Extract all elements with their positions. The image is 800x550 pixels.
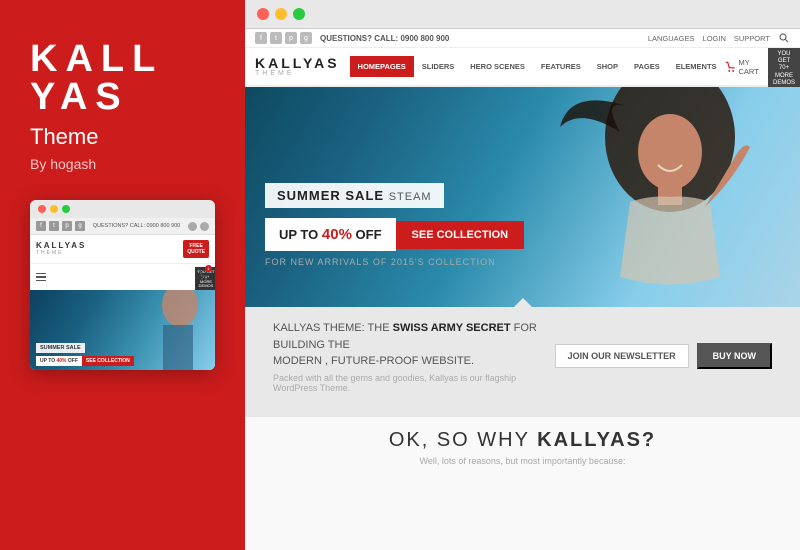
info-sub-text: Packed with all the gems and goodies, Ka… <box>273 373 555 393</box>
main-nav: KALLYAS THEME HOMEPAGES SLIDERS HERO SCE… <box>245 48 800 87</box>
info-section: KALLYAS THEME: THE SWISS ARMY SECRET FOR… <box>259 308 786 405</box>
new-arrivals-text: FOR NEW ARRIVALS OF 2015'S COLLECTION <box>265 257 524 267</box>
mini-social-icons: f t p g <box>36 221 85 231</box>
mini-hamburger-icon <box>36 273 46 282</box>
hero-content: SUMMER SALE STEAM UP TO 40% OFF SEE COLL… <box>265 183 524 267</box>
mini-right-icons <box>188 222 209 231</box>
gp-icon: g <box>300 32 312 44</box>
why-title: OK, SO WHY KALLYAS? <box>265 429 780 452</box>
search-icon[interactable] <box>778 32 790 44</box>
info-buttons: JOIN OUR NEWSLETTER BUY NOW <box>555 343 772 369</box>
mini-icon-2 <box>200 222 209 231</box>
buy-now-button[interactable]: BUY NOW <box>697 343 772 369</box>
mini-phone-text: QUESTIONS? CALL: 0900 800 900 <box>93 223 180 229</box>
why-subtitle: Well, lots of reasons, but most importan… <box>265 456 780 466</box>
support-link[interactable]: SUPPORT <box>734 34 770 43</box>
nav-item-sliders[interactable]: SLIDERS <box>414 56 463 77</box>
dot-yellow <box>275 8 287 20</box>
util-left: f t p g QUESTIONS? CALL: 0900 800 900 <box>255 32 449 44</box>
hero-section: SUMMER SALE STEAM UP TO 40% OFF SEE COLL… <box>245 87 800 307</box>
callout-arrow <box>513 298 533 308</box>
mini-pin-icon: p <box>62 221 72 231</box>
tw-icon: t <box>270 32 282 44</box>
mini-cart-icon: 1 <box>197 268 209 286</box>
dot-red <box>257 8 269 20</box>
mini-cart-badge: 1 <box>205 265 212 272</box>
offer-row: UP TO 40% OFF SEE COLLECTION <box>265 218 524 251</box>
left-panel: KALL YAS Theme By hogash f t p g QUESTIO… <box>0 0 245 550</box>
nav-item-elements[interactable]: ELEMENTS <box>668 56 725 77</box>
dot-green <box>293 8 305 20</box>
mini-dot-red <box>38 205 46 213</box>
util-phone: QUESTIONS? CALL: 0900 800 900 <box>320 34 449 43</box>
hero-woman-image <box>550 87 770 307</box>
nav-item-hero-scenes[interactable]: HERO SCENES <box>462 56 533 77</box>
nav-item-pages[interactable]: PAGES <box>626 56 668 77</box>
pin-icon: p <box>285 32 297 44</box>
mini-free-btn: FREE QUOTE <box>183 240 209 258</box>
by-author: By hogash <box>30 156 96 172</box>
mini-hero: SUMMER SALE UP TO 40% OFF SEE COLLECTION <box>30 290 215 370</box>
mini-sale-badge: SUMMER SALE <box>36 343 85 353</box>
right-panel: f t p g QUESTIONS? CALL: 0900 800 900 LA… <box>245 0 800 550</box>
demos-badge: YOU GET70+ MOREDEMOS <box>768 48 800 90</box>
info-wrapper: KALLYAS THEME: THE SWISS ARMY SECRET FOR… <box>245 307 800 417</box>
mini-nav-bar: KALLYAS THEME FREE QUOTE <box>30 235 215 264</box>
fb-icon: f <box>255 32 267 44</box>
mini-browser-content: f t p g QUESTIONS? CALL: 0900 800 900 KA… <box>30 218 215 370</box>
mini-logo: KALLYAS THEME <box>36 242 86 256</box>
newsletter-button[interactable]: JOIN OUR NEWSLETTER <box>555 344 689 368</box>
brand-title: KALL YAS <box>30 40 163 116</box>
mini-dot-yellow <box>50 205 58 213</box>
info-main-text: KALLYAS THEME: THE SWISS ARMY SECRET FOR… <box>273 320 555 370</box>
mini-browser-bar <box>30 200 215 218</box>
mini-offer-row: UP TO 40% OFF SEE COLLECTION <box>36 356 209 366</box>
mini-gp-icon: g <box>75 221 85 231</box>
up-to-off-text: UP TO 40% OFF <box>265 218 396 251</box>
browser-chrome <box>245 0 800 29</box>
summer-sale-badge: SUMMER SALE STEAM <box>265 183 444 208</box>
theme-label: Theme <box>30 124 98 150</box>
mini-browser-mockup: f t p g QUESTIONS? CALL: 0900 800 900 KA… <box>30 200 215 370</box>
mini-hamburger-row: 1 <box>30 264 215 290</box>
info-text-block: KALLYAS THEME: THE SWISS ARMY SECRET FOR… <box>273 320 555 393</box>
util-social: f t p g <box>255 32 312 44</box>
mini-nav-wrapper: KALLYAS THEME FREE QUOTE YOU GET70+MORED… <box>30 235 215 264</box>
mini-tw-icon: t <box>49 221 59 231</box>
nav-menu: HOMEPAGES SLIDERS HERO SCENES FEATURES S… <box>350 56 725 77</box>
mini-see-btn: SEE COLLECTION <box>82 356 134 366</box>
nav-item-homepages[interactable]: HOMEPAGES <box>350 56 414 77</box>
why-section: OK, SO WHY KALLYAS? Well, lots of reason… <box>245 417 800 550</box>
languages-link[interactable]: LANGUAGES <box>648 34 695 43</box>
nav-item-shop[interactable]: SHOP <box>589 56 626 77</box>
site-preview: f t p g QUESTIONS? CALL: 0900 800 900 LA… <box>245 29 800 550</box>
see-collection-button[interactable]: SEE COLLECTION <box>396 221 525 249</box>
mini-icon-1 <box>188 222 197 231</box>
login-link[interactable]: LOGIN <box>703 34 726 43</box>
mini-dot-green <box>62 205 70 213</box>
mini-hero-overlay: SUMMER SALE UP TO 40% OFF SEE COLLECTION <box>30 332 215 370</box>
util-right: LANGUAGES LOGIN SUPPORT <box>648 32 790 44</box>
nav-logo: KALLYAS THEME <box>255 56 340 77</box>
mini-fb-icon: f <box>36 221 46 231</box>
utility-bar: f t p g QUESTIONS? CALL: 0900 800 900 LA… <box>245 29 800 48</box>
nav-item-features[interactable]: FEATURES <box>533 56 589 77</box>
mini-top-bar: f t p g QUESTIONS? CALL: 0900 800 900 <box>30 218 215 235</box>
mini-off-text: UP TO 40% OFF <box>36 356 82 366</box>
